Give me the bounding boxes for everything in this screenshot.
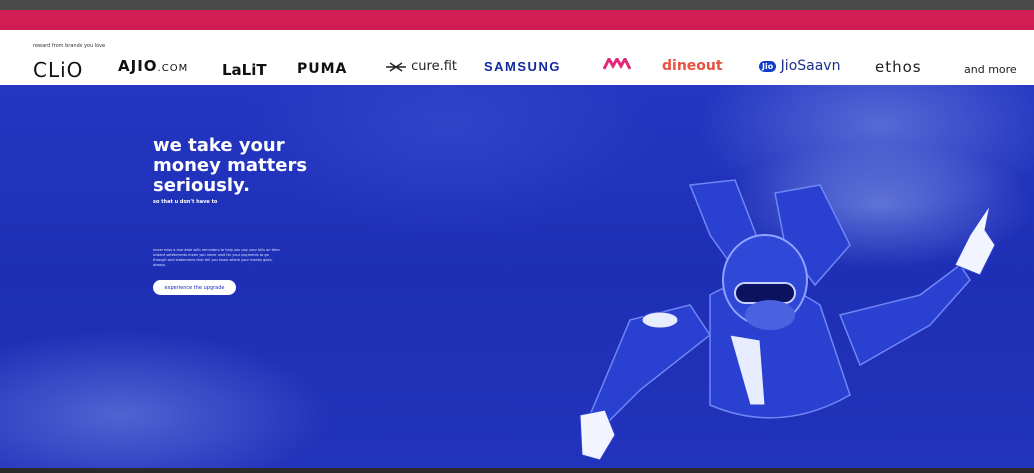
bottom-bar <box>0 468 1034 473</box>
ajio-logo: AJIO.COM <box>118 57 188 79</box>
browser-top-bar <box>0 0 1034 10</box>
curefit-logo-text: cure.fit <box>411 59 458 74</box>
and-more-label: and more <box>964 63 1017 76</box>
myntra-icon <box>603 58 631 70</box>
jio-badge: Jio <box>759 60 777 72</box>
curefit-logo: cure.fit <box>385 59 457 81</box>
jiosaavn-logo-text: JioSaavn <box>780 58 841 74</box>
ajio-logo-text: AJIO <box>118 57 158 75</box>
hero-section: we take your money matters seriously. so… <box>0 85 1034 468</box>
samsung-logo: SAMSUNG <box>484 59 561 74</box>
brand-strip: reward from brands you love CLiO AJIO.CO… <box>0 30 1034 85</box>
puma-logo: PUMA <box>297 61 348 77</box>
hero-subtitle: so that u don't have to <box>153 199 218 205</box>
ethos-logo: ethos <box>875 58 922 76</box>
hero-title-line-1: we take your <box>153 135 285 156</box>
hero-body-text: never miss a due date with reminders to … <box>153 248 281 267</box>
clio-logo: CLiO <box>33 58 84 80</box>
hero-title: we take your money matters seriously. <box>153 136 353 196</box>
header-accent-band <box>0 10 1034 30</box>
hero-title-line-3: seriously. <box>153 175 250 196</box>
hero-title-line-2: money matters <box>153 155 308 176</box>
brand-strip-caption: reward from brands you love <box>33 43 106 49</box>
experience-upgrade-button[interactable]: experience the upgrade <box>153 280 236 295</box>
skydiver-illustration <box>579 179 996 461</box>
ajio-logo-suffix: .COM <box>157 63 189 74</box>
myntra-logo <box>603 58 631 80</box>
dineout-logo: dineout <box>662 58 723 74</box>
lalit-logo: LaLiT <box>222 61 267 79</box>
jiosaavn-logo: Jio JioSaavn <box>759 58 840 80</box>
curefit-icon <box>386 61 406 72</box>
